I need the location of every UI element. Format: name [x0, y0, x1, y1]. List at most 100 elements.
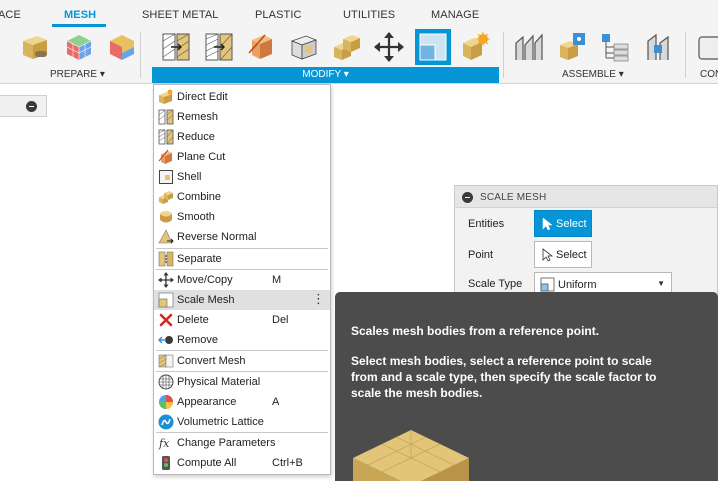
menu-item-label: Remove: [177, 334, 218, 346]
move-copy-tool-icon[interactable]: [373, 31, 405, 63]
tab-plastic[interactable]: PLASTIC: [255, 9, 302, 21]
menu-item-label: Appearance: [177, 396, 237, 408]
modify-dropdown-menu: Direct Edit Remesh Reduce Plane Cut Shel…: [153, 84, 331, 475]
dialog-header: SCALE MESH: [455, 186, 717, 208]
modify-group-label[interactable]: MODIFY ▾: [152, 67, 499, 83]
menu-item-label: Plane Cut: [177, 151, 226, 163]
ribbon: PREPARE ▾ MODIFY ▾ ASSEMBLE ▾ CON: [0, 28, 718, 84]
entities-select-button[interactable]: Select: [534, 210, 592, 237]
modify-group-bar[interactable]: MODIFY ▾: [152, 67, 499, 83]
scale-mesh-illustration: [353, 430, 469, 481]
remesh-tool-icon[interactable]: [160, 31, 192, 63]
menu-item-convert-mesh[interactable]: Convert Mesh: [154, 351, 330, 371]
prepare-group-label[interactable]: PREPARE ▾: [50, 69, 105, 80]
direct-edit-icon: [159, 89, 173, 104]
remesh-icon: [158, 109, 174, 125]
menu-item-volumetric-lattice[interactable]: Volumetric Lattice: [154, 412, 330, 432]
tab-manage[interactable]: MANAGE: [431, 9, 479, 21]
menu-item-label: Shell: [177, 171, 202, 183]
joint-icon[interactable]: [556, 31, 588, 63]
assemble-tree-icon[interactable]: [600, 31, 632, 63]
menu-item-appearance[interactable]: Appearance A: [154, 392, 330, 412]
menu-item-label: Volumetric Lattice: [177, 416, 264, 428]
menu-item-scale-mesh[interactable]: Scale Mesh ⋮: [154, 290, 330, 310]
menu-item-compute-all[interactable]: Compute All Ctrl+B: [154, 453, 330, 473]
cursor-arrow-icon: [542, 248, 553, 262]
entities-label: Entities: [468, 218, 505, 230]
combine-tool-icon[interactable]: [331, 31, 363, 63]
menu-item-delete[interactable]: Delete Del: [154, 310, 330, 330]
smooth-icon: [160, 211, 172, 223]
svg-text:fx: fx: [158, 437, 170, 450]
generate-face-groups-icon[interactable]: [106, 31, 138, 63]
ribbon-separator: [140, 32, 141, 78]
reverse-normal-icon: [158, 229, 174, 244]
construct-plane-icon[interactable]: [697, 31, 718, 63]
menu-item-smooth[interactable]: Smooth: [154, 207, 330, 227]
reduce-tool-icon[interactable]: [203, 31, 235, 63]
tooltip-body: Select mesh bodies, select a reference p…: [351, 354, 657, 400]
menu-item-change-parameters[interactable]: fx Change Parameters: [154, 433, 330, 453]
collapse-icon[interactable]: [26, 101, 37, 112]
shell-icon: [159, 170, 173, 184]
move-icon: [158, 272, 174, 288]
menu-item-label: Move/Copy: [177, 274, 233, 286]
ribbon-separator: [685, 32, 686, 78]
scale-mesh-tool-icon[interactable]: [415, 29, 451, 65]
point-label: Point: [468, 249, 494, 261]
delete-icon: [159, 313, 173, 327]
construct-group-label[interactable]: CON: [700, 69, 718, 80]
menu-item-label: Compute All: [177, 457, 237, 469]
scale-mesh-tooltip: Scales mesh bodies from a reference poin…: [335, 292, 718, 481]
point-select-button[interactable]: Select: [534, 241, 592, 268]
plane-cut-tool-icon[interactable]: [245, 31, 277, 63]
point-select-label: Select: [556, 249, 587, 261]
menu-item-label: Direct Edit: [177, 91, 228, 103]
menu-item-separate[interactable]: Separate: [154, 249, 330, 269]
tab-utilities[interactable]: UTILITIES: [343, 9, 395, 21]
browser-panel-header: [0, 95, 47, 117]
menu-item-shell[interactable]: Shell: [154, 167, 330, 187]
active-tab-indicator: [52, 24, 106, 27]
tab-mesh[interactable]: MESH: [64, 9, 96, 21]
appearance-icon: [159, 395, 173, 409]
menu-item-reverse-normal[interactable]: Reverse Normal: [154, 227, 330, 247]
menu-item-label: Remesh: [177, 111, 218, 123]
menu-item-physical-material[interactable]: Physical Material: [154, 372, 330, 392]
menu-item-remesh[interactable]: Remesh: [154, 107, 330, 127]
assemble-group-label[interactable]: ASSEMBLE ▾: [562, 69, 624, 80]
convert-mesh-tool-icon[interactable]: [459, 31, 491, 63]
menu-item-direct-edit[interactable]: Direct Edit: [154, 87, 330, 107]
menu-item-remove[interactable]: Remove: [154, 330, 330, 350]
menu-item-label: Combine: [177, 191, 222, 203]
dialog-title: SCALE MESH: [480, 192, 547, 203]
tab-sheet-metal[interactable]: SHEET METAL: [142, 9, 219, 21]
chevron-down-icon: ▼: [657, 279, 665, 288]
menu-item-reduce[interactable]: Reduce: [154, 127, 330, 147]
more-options-icon[interactable]: ⋮: [312, 291, 325, 307]
menu-item-label: Change Parameters: [177, 437, 276, 449]
menu-item-plane-cut[interactable]: Plane Cut: [154, 147, 330, 167]
collapse-dialog-icon[interactable]: [462, 192, 473, 203]
cursor-arrow-icon: [542, 217, 553, 231]
fx-icon: fx: [158, 437, 170, 450]
motion-link-icon[interactable]: [644, 31, 676, 63]
menu-item-move-copy[interactable]: Move/Copy M: [154, 270, 330, 290]
menu-item-combine[interactable]: Combine: [154, 187, 330, 207]
entities-select-label: Select: [556, 218, 587, 230]
new-component-icon[interactable]: [513, 31, 545, 63]
tessellate-icon[interactable]: [63, 31, 95, 63]
scale-mesh-icon: [158, 292, 174, 308]
physical-material-icon: [158, 374, 174, 390]
insert-mesh-icon[interactable]: [19, 31, 51, 63]
menu-item-label: Separate: [177, 253, 222, 265]
menu-item-label: Reduce: [177, 131, 215, 143]
uniform-scale-icon: [540, 277, 555, 292]
tooltip-title: Scales mesh bodies from a reference poin…: [351, 324, 600, 338]
tab-surface[interactable]: ACE: [0, 9, 21, 21]
ribbon-separator: [503, 32, 504, 78]
shell-tool-icon[interactable]: [288, 31, 320, 63]
remove-icon: [158, 336, 173, 344]
convert-mesh-icon: [158, 354, 174, 368]
menu-item-label: Convert Mesh: [177, 355, 246, 367]
